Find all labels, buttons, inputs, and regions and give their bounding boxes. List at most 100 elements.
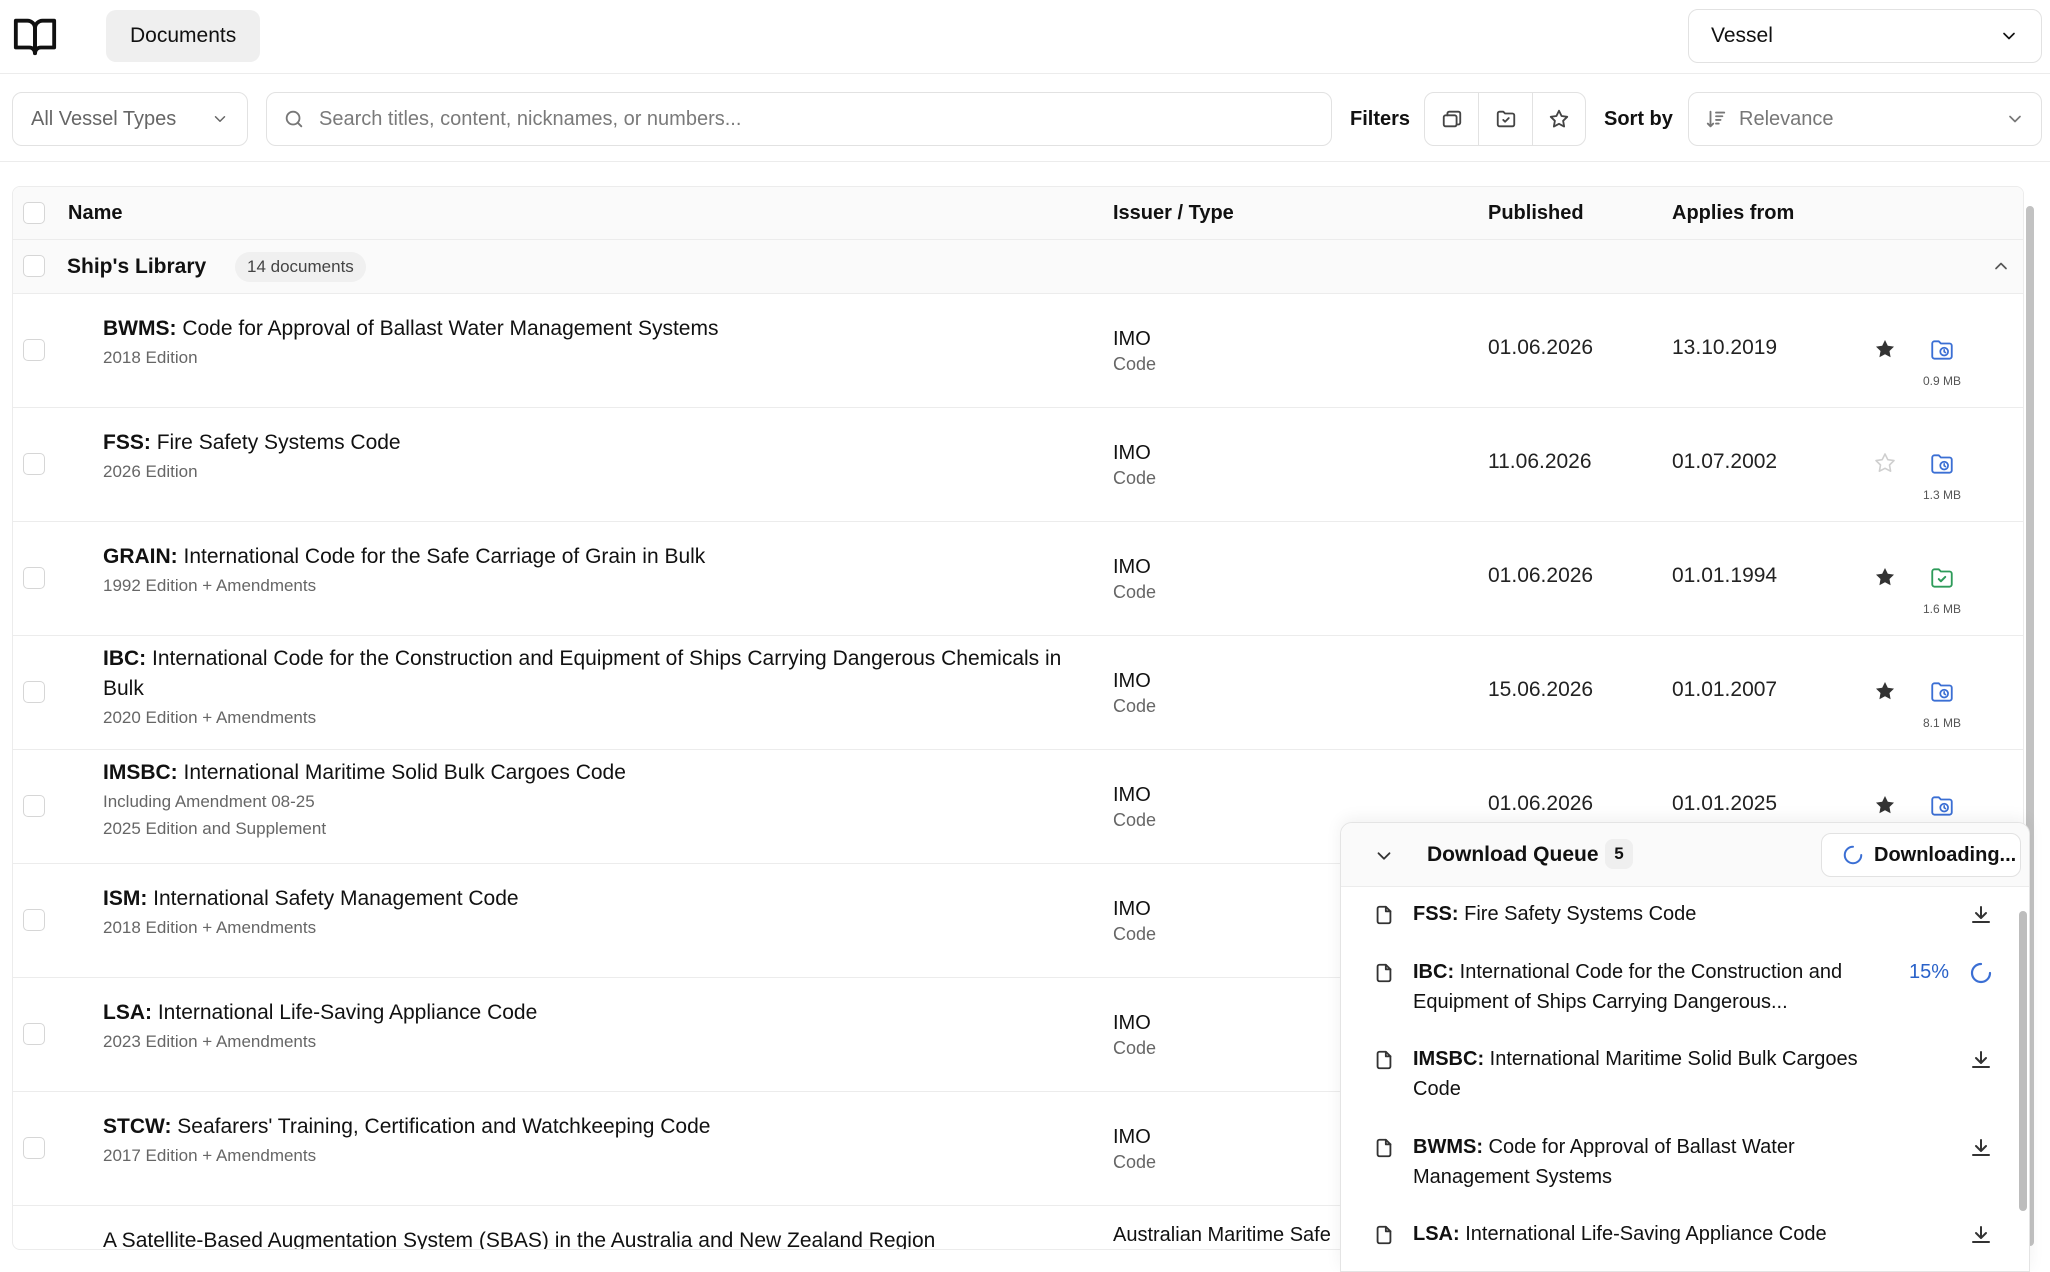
- vessel-types-select[interactable]: All Vessel Types: [12, 92, 248, 146]
- document-name[interactable]: STCW: Seafarers' Training, Certification…: [103, 1112, 1103, 1169]
- star-filled-icon[interactable]: [1873, 679, 1897, 703]
- group-row[interactable]: Ship's Library 14 documents: [13, 240, 2023, 294]
- folder-clock-icon[interactable]: [1929, 793, 1955, 819]
- downloading-status-label: Downloading...: [1874, 843, 2017, 866]
- document-type: Code: [1113, 696, 1157, 716]
- downloading-status-button[interactable]: Downloading...: [1821, 833, 2021, 877]
- document-name[interactable]: ISM: International Safety Management Cod…: [103, 884, 1103, 941]
- download-queue-scrollbar[interactable]: [2019, 903, 2027, 1263]
- folder-clock-icon[interactable]: [1929, 451, 1955, 477]
- row-checkbox[interactable]: [23, 339, 45, 361]
- document-type: Code: [1113, 1038, 1157, 1058]
- folder-check-icon[interactable]: [1929, 565, 1955, 591]
- spinner-icon: [1969, 961, 1993, 985]
- search-icon: [283, 108, 305, 130]
- download-queue-header[interactable]: Download Queue 5 Downloading...: [1341, 823, 2029, 887]
- star-icon: [1548, 108, 1570, 130]
- document-name[interactable]: IBC: International Code for the Construc…: [103, 644, 1103, 731]
- column-applies-from[interactable]: Applies from: [1672, 202, 1794, 225]
- table-row[interactable]: FSS: Fire Safety Systems Code 2026 Editio…: [13, 408, 2023, 522]
- queue-item-progress: 15%: [1909, 961, 1950, 983]
- row-checkbox[interactable]: [23, 1137, 45, 1159]
- document-title: LSA: International Life-Saving Appliance…: [103, 998, 1103, 1028]
- document-name[interactable]: IMSBC: International Maritime Solid Bulk…: [103, 758, 1103, 842]
- table-row[interactable]: BWMS: Code for Approval of Ballast Water…: [13, 294, 2023, 408]
- applies-from-date: 01.07.2002: [1672, 450, 1778, 473]
- file-size: 1.3 MB: [1922, 488, 1961, 502]
- document-type: Code: [1113, 582, 1157, 602]
- star-filled-icon[interactable]: [1873, 565, 1897, 589]
- select-all-checkbox[interactable]: [23, 202, 45, 224]
- download-queue-title: Download Queue: [1427, 843, 1599, 866]
- queue-item-title: FSS: Fire Safety Systems Code: [1413, 899, 1883, 929]
- document-issuer: IMO: [1113, 556, 1151, 578]
- row-checkbox[interactable]: [23, 453, 45, 475]
- document-name[interactable]: FSS: Fire Safety Systems Code 2026 Editio…: [103, 428, 1103, 485]
- vessel-select[interactable]: Vessel: [1688, 9, 2042, 63]
- document-edition: 2023 Edition + Amendments: [103, 1032, 317, 1051]
- tab-documents[interactable]: Documents: [106, 10, 261, 62]
- row-checkbox[interactable]: [23, 681, 45, 703]
- star-outline-icon[interactable]: [1873, 451, 1897, 475]
- column-issuer[interactable]: Issuer / Type: [1113, 202, 1234, 225]
- row-checkbox[interactable]: [23, 567, 45, 589]
- document-title-text: International Safety Management Code: [153, 887, 519, 910]
- chevron-up-icon[interactable]: [1991, 256, 2011, 276]
- download-icon[interactable]: [1969, 1223, 1993, 1247]
- search-box[interactable]: [266, 92, 1332, 146]
- folder-check-icon: [1495, 108, 1517, 130]
- document-code: ISM:: [103, 887, 148, 910]
- folder-clock-icon[interactable]: [1929, 679, 1955, 705]
- published-date: 01.06.2026: [1488, 564, 1594, 587]
- download-queue-scrollbar-thumb[interactable]: [2019, 911, 2027, 1211]
- document-edition: 2020 Edition + Amendments: [103, 708, 317, 727]
- sort-select[interactable]: Relevance: [1688, 92, 2042, 146]
- file-icon: [1373, 961, 1395, 985]
- document-title-text: A Satellite-Based Augmentation System (S…: [103, 1229, 936, 1250]
- table-row[interactable]: IBC: International Code for the Construc…: [13, 636, 2023, 750]
- document-code: BWMS:: [103, 317, 177, 340]
- row-checkbox[interactable]: [23, 795, 45, 817]
- document-edition: 2018 Edition: [103, 348, 198, 367]
- table-row[interactable]: GRAIN: International Code for the Safe C…: [13, 522, 2023, 636]
- filter-button-group: [1424, 92, 1586, 146]
- book-logo-icon[interactable]: [12, 13, 58, 59]
- published-date: 11.06.2026: [1488, 450, 1592, 473]
- column-published[interactable]: Published: [1488, 202, 1584, 225]
- top-bar: Documents Vessel: [0, 0, 2050, 74]
- download-icon[interactable]: [1969, 903, 1993, 927]
- document-name[interactable]: BWMS: Code for Approval of Ballast Water…: [103, 314, 1103, 371]
- document-title: FSS: Fire Safety Systems Code: [103, 428, 1103, 458]
- row-checkbox[interactable]: [23, 1023, 45, 1045]
- group-checkbox[interactable]: [23, 255, 45, 277]
- document-name[interactable]: GRAIN: International Code for the Safe C…: [103, 542, 1103, 599]
- folder-clock-icon[interactable]: [1929, 337, 1955, 363]
- document-title-text: Fire Safety Systems Code: [156, 431, 401, 454]
- column-name[interactable]: Name: [68, 202, 122, 225]
- search-input[interactable]: [319, 107, 1299, 131]
- queue-item-title: BWMS: Code for Approval of Ballast Water…: [1413, 1132, 1883, 1192]
- star-filled-icon[interactable]: [1873, 337, 1897, 361]
- document-name[interactable]: A Satellite-Based Augmentation System (S…: [103, 1226, 1103, 1250]
- row-checkbox[interactable]: [23, 909, 45, 931]
- vessel-types-label: All Vessel Types: [31, 107, 177, 130]
- spinner-icon: [1842, 844, 1864, 866]
- document-issuer: IMO: [1113, 1126, 1151, 1148]
- sort-value: Relevance: [1739, 107, 1834, 130]
- filter-bar: All Vessel Types Filters Sort by Relevan…: [0, 74, 2050, 162]
- filters-label: Filters: [1350, 108, 1411, 130]
- star-filled-icon[interactable]: [1873, 793, 1897, 817]
- chevron-down-icon[interactable]: [1373, 845, 1395, 867]
- document-issuer: IMO: [1113, 784, 1151, 806]
- document-title-text: International Code for the Safe Carriage…: [183, 545, 706, 568]
- download-icon[interactable]: [1969, 1136, 1993, 1160]
- document-name[interactable]: LSA: International Life-Saving Appliance…: [103, 998, 1103, 1055]
- document-issuer: Australian Maritime Safe: [1113, 1224, 1331, 1246]
- filter-favorites-button[interactable]: [1531, 93, 1585, 145]
- document-title: IMSBC: International Maritime Solid Bulk…: [103, 758, 1103, 788]
- document-title-text: International Life-Saving Appliance Code: [157, 1001, 538, 1024]
- filter-collections-button[interactable]: [1425, 93, 1478, 145]
- queue-item-title: IBC: International Code for the Construc…: [1413, 957, 1883, 1017]
- download-icon[interactable]: [1969, 1048, 1993, 1072]
- filter-downloaded-button[interactable]: [1478, 93, 1531, 145]
